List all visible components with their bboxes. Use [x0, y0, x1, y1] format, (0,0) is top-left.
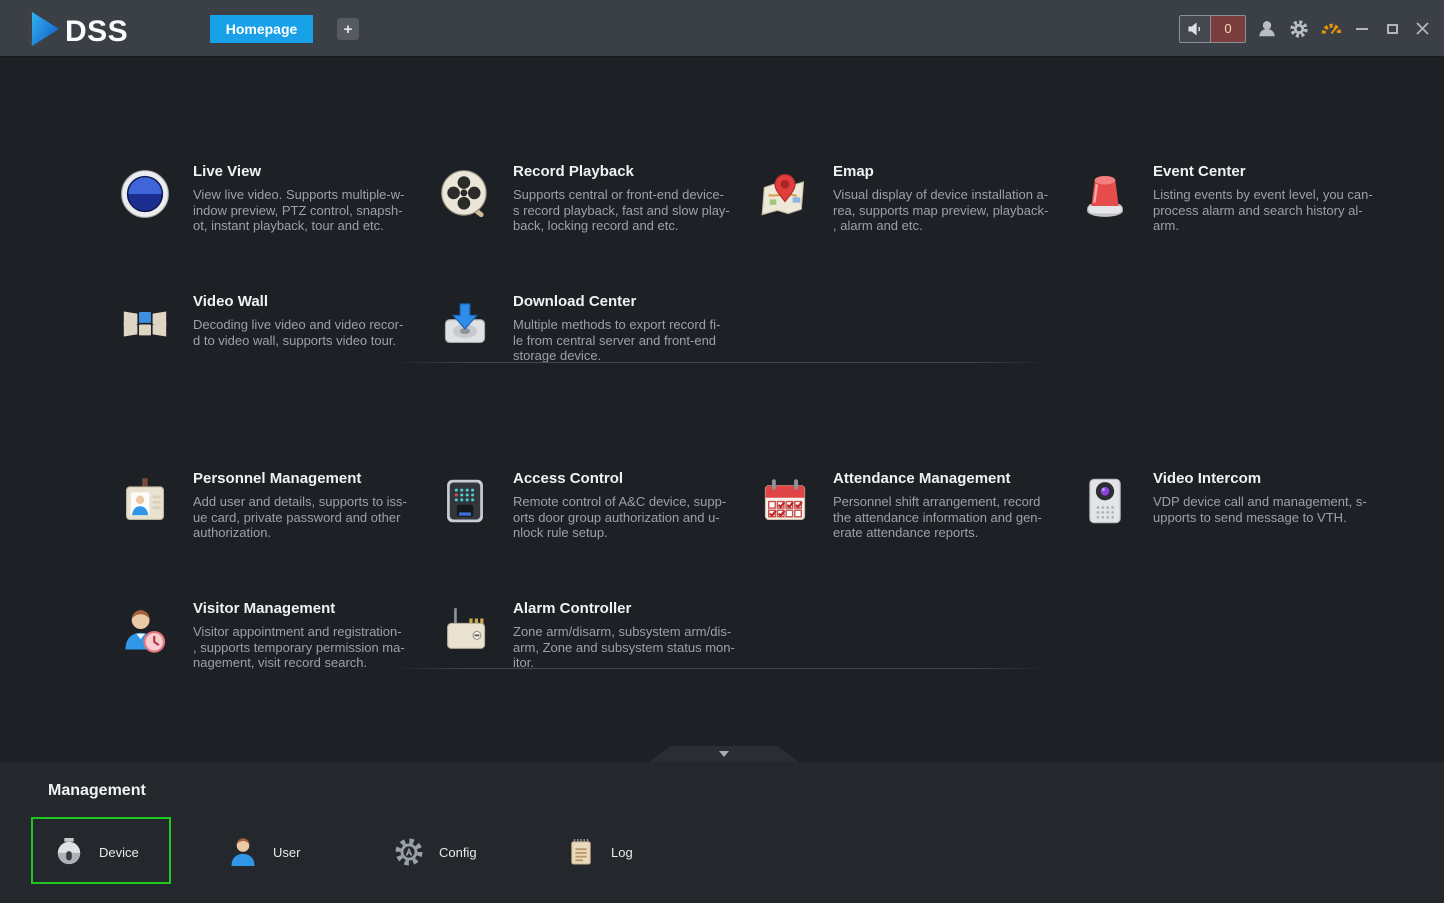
dss-client-window: DSS Homepage + 0 Live View View live vid…	[0, 0, 1444, 903]
personnel-management-icon	[120, 476, 170, 526]
app-tile-title: Video Intercom	[1153, 470, 1262, 487]
app-tile-alarm-controller[interactable]: Alarm Controller Zone arm/disarm, subsys…	[440, 600, 763, 671]
dss-logo: DSS	[27, 10, 128, 53]
app-tile-title: Access Control	[513, 470, 624, 487]
titlebar-actions: 0	[1179, 0, 1432, 57]
user-person-icon	[228, 837, 258, 867]
add-tab-button[interactable]: +	[337, 18, 359, 40]
app-tile-title: Personnel Management	[193, 470, 362, 487]
log-notepad-icon	[566, 837, 596, 867]
download-center-icon	[440, 299, 490, 349]
visitor-management-icon	[120, 606, 170, 656]
app-tile-description: Add user and details, supports to iss- u…	[193, 494, 407, 540]
logo-text: DSS	[65, 14, 129, 48]
config-gear-icon	[394, 837, 424, 867]
app-tile-description: Visitor appointment and registration- , …	[193, 624, 405, 670]
app-tile-title: Event Center	[1153, 163, 1246, 180]
section-divider	[393, 668, 1047, 669]
record-playback-icon	[440, 169, 490, 219]
app-tile-description: Supports central or front-end device- s …	[513, 187, 730, 233]
app-tile-description: View live video. Supports multiple-w- in…	[193, 187, 405, 233]
management-item-device[interactable]: Device	[54, 835, 139, 869]
app-tile-description: Zone arm/disarm, subsystem arm/dis- arm,…	[513, 624, 735, 670]
app-tile-title: Visitor Management	[193, 600, 336, 617]
chevron-down-icon	[719, 751, 729, 757]
performance-gauge-icon[interactable]	[1320, 18, 1342, 40]
app-tile-access-control[interactable]: Access Control Remote control of A&C dev…	[440, 470, 763, 541]
app-tile-event-center[interactable]: Event Center Listing events by event lev…	[1080, 163, 1403, 234]
app-tile-description: Multiple methods to export record fi- le…	[513, 317, 721, 363]
attendance-management-icon	[760, 476, 810, 526]
management-item-label: User	[273, 844, 301, 860]
management-item-label: Log	[611, 844, 633, 860]
management-item-label: Config	[439, 844, 477, 860]
app-tile-live-view[interactable]: Live View View live video. Supports mult…	[120, 163, 443, 234]
app-tile-visitor-management[interactable]: Visitor Management Visitor appointment a…	[120, 600, 443, 671]
app-tile-description: Personnel shift arrangement, record the …	[833, 494, 1042, 540]
access-control-icon	[440, 476, 490, 526]
app-tile-description: Listing events by event level, you can- …	[1153, 187, 1373, 233]
management-section-title: Management	[48, 782, 146, 799]
app-tile-video-intercom[interactable]: Video Intercom VDP device call and manag…	[1080, 470, 1403, 526]
dss-logo-icon	[27, 10, 61, 53]
app-tile-title: Video Wall	[193, 293, 269, 310]
app-tile-emap[interactable]: Emap Visual display of device installati…	[760, 163, 1083, 234]
homepage-apps-area: Live View View live video. Supports mult…	[0, 57, 1444, 746]
video-wall-icon	[120, 299, 170, 349]
titlebar: DSS Homepage + 0	[0, 0, 1444, 57]
alarm-count-badge[interactable]: 0	[1210, 15, 1245, 42]
emap-icon	[760, 169, 810, 219]
event-center-icon	[1080, 169, 1130, 219]
section-divider	[393, 362, 1047, 363]
app-tile-title: Emap	[833, 163, 874, 180]
minimize-button[interactable]	[1352, 19, 1372, 39]
app-tile-description: VDP device call and management, s- uppor…	[1153, 494, 1367, 525]
tab-homepage[interactable]: Homepage	[210, 15, 313, 43]
speaker-icon[interactable]	[1180, 15, 1210, 42]
app-tile-title: Download Center	[513, 293, 637, 310]
video-intercom-icon	[1080, 476, 1130, 526]
app-tile-title: Attendance Management	[833, 470, 1011, 487]
live-view-icon	[120, 169, 170, 219]
app-tile-personnel-management[interactable]: Personnel Management Add user and detail…	[120, 470, 443, 541]
app-tile-attendance-management[interactable]: Attendance Management Personnel shift ar…	[760, 470, 1083, 541]
alarm-controller-icon	[440, 606, 490, 656]
app-tile-title: Live View	[193, 163, 262, 180]
app-tile-video-wall[interactable]: Video Wall Decoding live video and video…	[120, 293, 443, 349]
app-tile-description: Decoding live video and video recor- d t…	[193, 317, 404, 348]
app-tile-record-playback[interactable]: Record Playback Supports central or fron…	[440, 163, 763, 234]
device-dome-camera-icon	[54, 837, 84, 867]
management-item-user[interactable]: User	[228, 835, 300, 869]
close-button[interactable]	[1412, 19, 1432, 39]
scroll-down-tab[interactable]	[649, 746, 799, 762]
alarm-sound-control[interactable]: 0	[1179, 14, 1246, 43]
settings-gear-icon[interactable]	[1288, 18, 1310, 40]
app-tile-description: Remote control of A&C device, supp- orts…	[513, 494, 727, 540]
management-panel: Management Device User Config Log	[0, 762, 1444, 903]
maximize-button[interactable]	[1382, 19, 1402, 39]
app-tile-title: Record Playback	[513, 163, 634, 180]
user-account-icon[interactable]	[1256, 18, 1278, 40]
app-tile-download-center[interactable]: Download Center Multiple methods to expo…	[440, 293, 763, 364]
app-tile-title: Alarm Controller	[513, 600, 632, 617]
management-item-config[interactable]: Config	[394, 835, 477, 869]
management-item-label: Device	[99, 844, 139, 860]
app-tile-description: Visual display of device installation a-…	[833, 187, 1049, 233]
management-item-log[interactable]: Log	[566, 835, 633, 869]
